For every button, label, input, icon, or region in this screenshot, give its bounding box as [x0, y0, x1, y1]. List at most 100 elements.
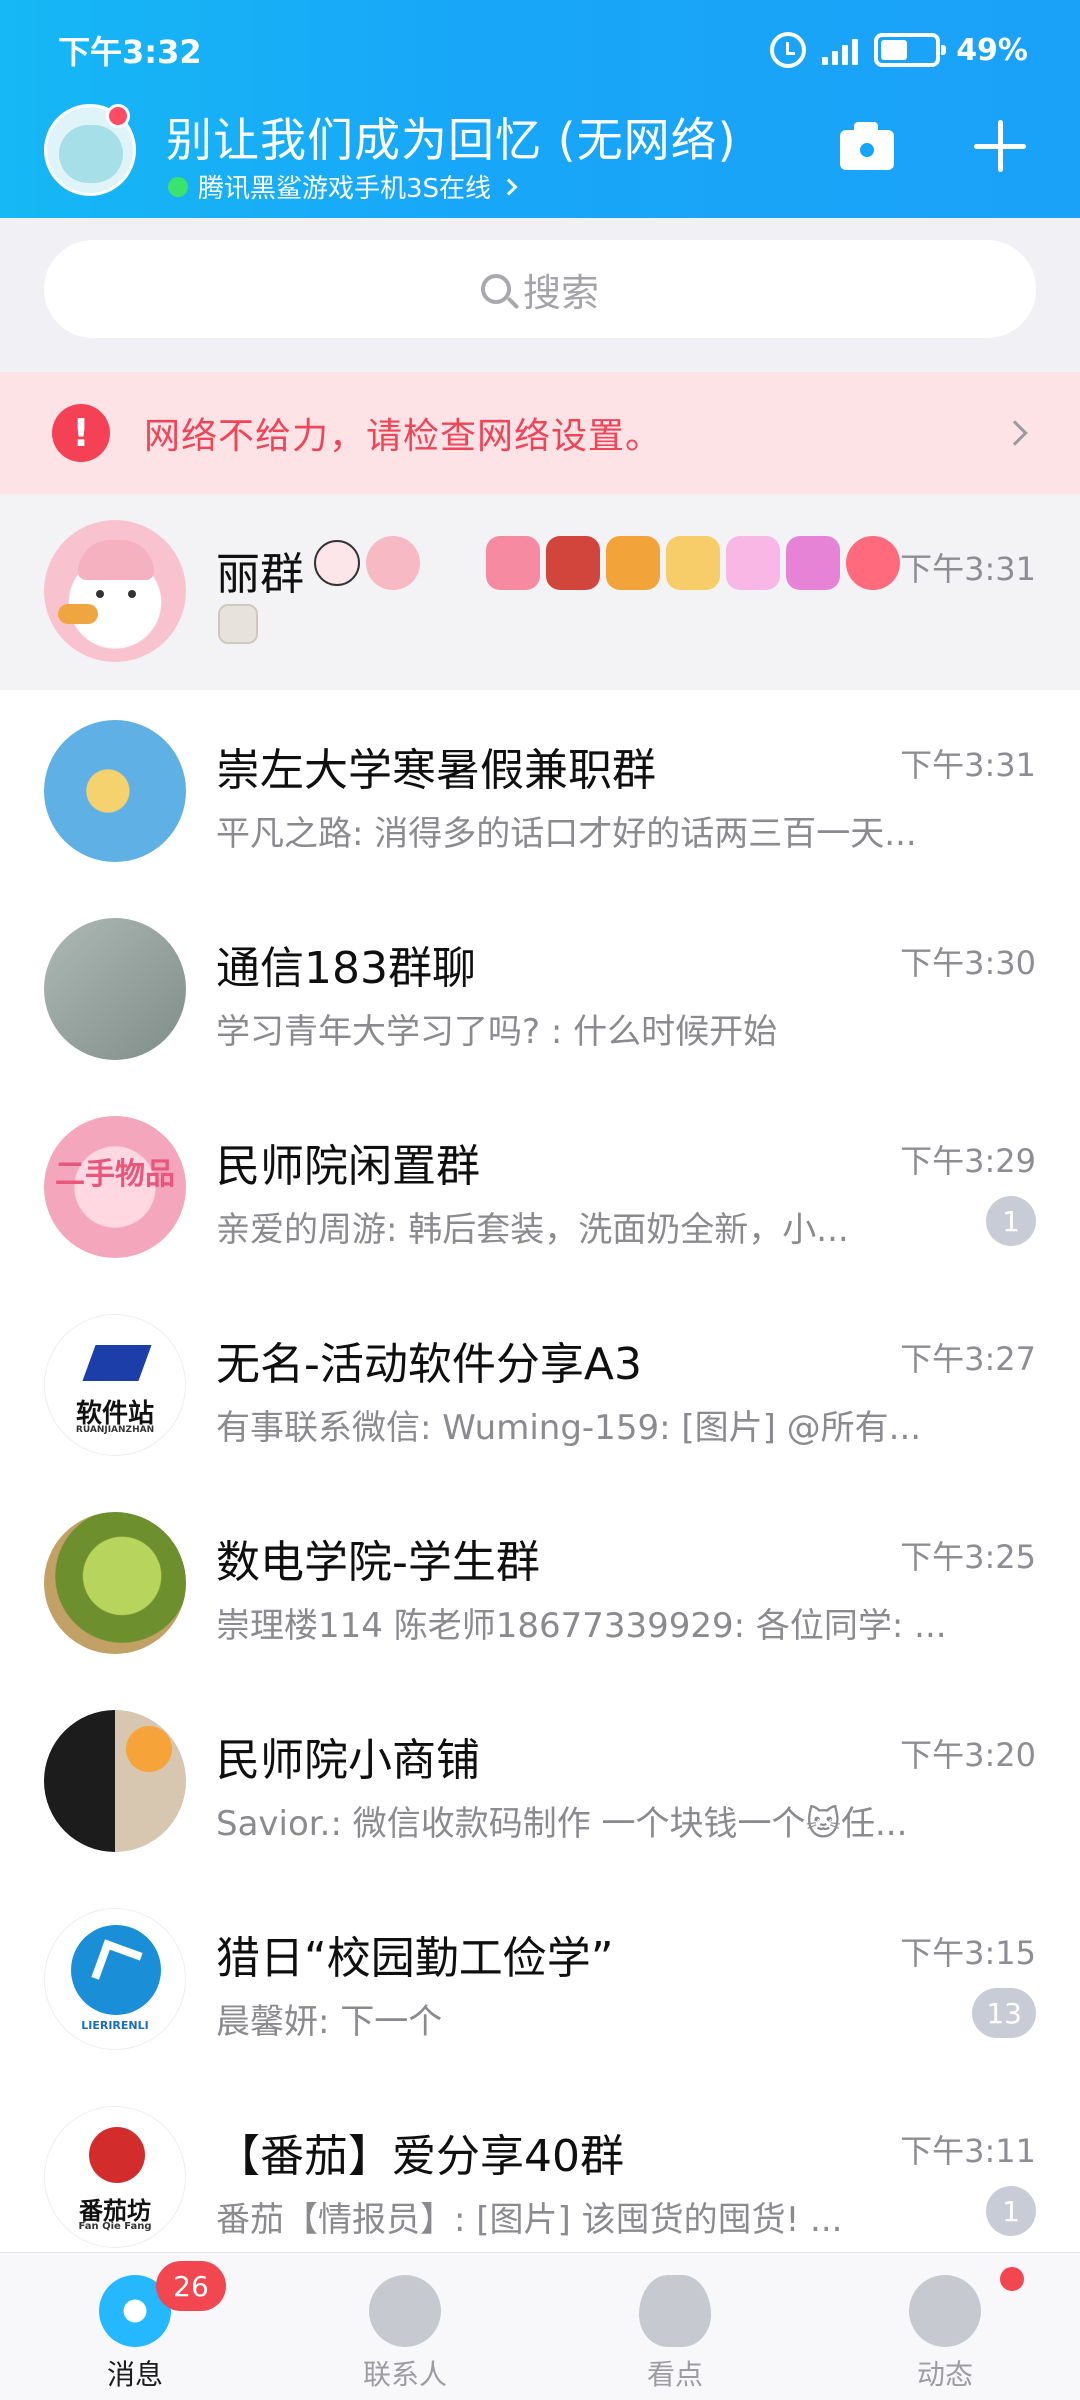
battery-icon: [874, 33, 947, 67]
chat-preview: Savior.: 微信收款码制作 一个块钱一个🐱任...: [216, 1804, 908, 1844]
chat-preview: 有事联系微信: Wuming-159: [图片] @所有...: [216, 1408, 922, 1448]
blank-icon: [426, 536, 480, 590]
chat-name: 民师院闲置群: [216, 1141, 480, 1192]
chevron-right-icon: [1002, 420, 1028, 446]
chat-item[interactable]: 民师院小商铺 下午3:20 Savior.: 微信收款码制作 一个块钱一个🐱任.…: [0, 1680, 1080, 1878]
chat-time: 下午3:31: [900, 550, 1036, 588]
unread-badge: 1: [986, 1196, 1036, 1246]
chat-avatar: [44, 720, 186, 862]
key-icon: [486, 536, 540, 590]
chat-time: 下午3:31: [900, 746, 1036, 784]
chat-time: 下午3:25: [900, 1538, 1036, 1576]
tab-dynamic[interactable]: 动态: [810, 2253, 1080, 2400]
tab-label: 联系人: [362, 2358, 447, 2391]
network-warning-text: 网络不给力，请检查网络设置。: [144, 416, 663, 457]
status-bar: 下午3:32 49%: [58, 28, 1028, 72]
ship-icon: [546, 536, 600, 590]
chat-avatar: [44, 1710, 186, 1852]
chat-time: 下午3:15: [900, 1934, 1036, 1972]
chat-item[interactable]: 番茄坊 Fan Qie Fang 【番茄】爱分享40群 下午3:11 番茄【情报…: [0, 2076, 1080, 2274]
chat-time: 下午3:20: [900, 1736, 1036, 1774]
chat-avatar: [44, 520, 186, 662]
chat-item[interactable]: 丽群 下午3:31: [0, 494, 1080, 690]
search-area: 搜索: [0, 218, 1080, 372]
chevron-right-icon: [500, 178, 518, 195]
chat-preview: 亲爱的周游: 韩后套装，洗面奶全新，小...: [216, 1210, 849, 1250]
chat-avatar: 二手物品: [44, 1116, 186, 1258]
chat-preview: 学习青年大学习了吗? : 什么时候开始: [216, 1012, 778, 1052]
search-icon: [480, 274, 511, 304]
notification-dot: [1000, 2267, 1024, 2291]
battery-percent: 49%: [956, 32, 1028, 68]
chat-preview: 平凡之路: 消得多的话口才好的话两三百一天...: [216, 814, 917, 854]
fire-icon: [846, 536, 900, 590]
network-warning-banner[interactable]: ! 网络不给力，请检查网络设置。: [0, 372, 1080, 494]
tab-messages[interactable]: 消息 26: [0, 2253, 270, 2400]
header: 下午3:32 49% 别让我们成为回忆 (无网络) 腾讯黑鲨游戏手机3S在线: [0, 0, 1080, 218]
chat-avatar: [44, 1512, 186, 1654]
bottom-nav: 消息 26 联系人 看点 动态: [0, 2252, 1080, 2400]
chat-avatar: 番茄坊 Fan Qie Fang: [44, 2106, 186, 2248]
avatar-subtext: Fan Qie Fang: [78, 2221, 152, 2232]
chat-item[interactable]: 二手物品 民师院闲置群 下午3:29 亲爱的周游: 韩后套装，洗面奶全新，小..…: [0, 1086, 1080, 1284]
device-status[interactable]: 腾讯黑鲨游戏手机3S在线: [168, 168, 518, 205]
chat-time: 下午3:29: [900, 1142, 1036, 1180]
planet-icon: [909, 2275, 981, 2347]
signal-icon: [822, 35, 859, 65]
chat-item[interactable]: LIERIRENLI 猎日“校园勤工俭学” 下午3:15 晨馨妍: 下一个 13: [0, 1878, 1080, 2076]
chat-avatar: 软件站 RUANJIANZHAN: [44, 1314, 186, 1456]
house-icon: [606, 536, 660, 590]
avatar-text: LIERIRENLI: [81, 2019, 149, 2032]
emoji-strip: [314, 536, 900, 590]
chat-item[interactable]: 软件站 RUANJIANZHAN 无名-活动软件分享A3 下午3:27 有事联系…: [0, 1284, 1080, 1482]
profile-notification-dot: [106, 104, 130, 128]
chat-list: 丽群 下午3:31 崇左大学寒暑假兼职群 下午3:31 平凡之路: 消得多的话口…: [0, 494, 1080, 2274]
avatar-text: 二手物品: [55, 1157, 175, 1192]
chat-name: 无名-活动软件分享A3: [216, 1339, 642, 1390]
status-icons: 49%: [770, 32, 1028, 68]
chat-item[interactable]: 通信183群聊 下午3:30 学习青年大学习了吗? : 什么时候开始: [0, 888, 1080, 1086]
pig-icon: [366, 536, 420, 590]
tab-label: 动态: [916, 2358, 973, 2391]
tab-label: 看点: [646, 2358, 703, 2391]
chat-time: 下午3:11: [900, 2132, 1036, 2170]
chat-name: 通信183群聊: [216, 943, 476, 994]
unread-badge: 13: [972, 1988, 1036, 2038]
warning-icon: !: [52, 404, 110, 462]
chat-name: 数电学院-学生群: [216, 1537, 540, 1588]
messages-badge: 26: [156, 2261, 226, 2311]
online-dot-icon: [168, 176, 188, 197]
thumbs-up-icon: [666, 536, 720, 590]
chat-name: 猎日“校园勤工俭学”: [216, 1933, 614, 1984]
unread-badge: 1: [986, 2186, 1036, 2236]
add-button[interactable]: [974, 120, 1026, 172]
avatar-subtext: RUANJIANZHAN: [75, 1425, 155, 1435]
chat-name: 民师院小商铺: [216, 1735, 480, 1786]
chat-time: 下午3:27: [900, 1340, 1036, 1378]
status-time: 下午3:32: [58, 33, 202, 71]
alpaca-icon: [218, 604, 258, 644]
sticker-icon: [314, 540, 360, 586]
device-status-label: 腾讯黑鲨游戏手机3S在线: [198, 174, 492, 204]
chat-item[interactable]: 数电学院-学生群 下午3:25 崇理楼114 陈老师18677339929: 各…: [0, 1482, 1080, 1680]
chat-item[interactable]: 崇左大学寒暑假兼职群 下午3:31 平凡之路: 消得多的话口才好的话两三百一天.…: [0, 690, 1080, 888]
tab-look[interactable]: 看点: [540, 2253, 810, 2400]
camera-button[interactable]: [840, 118, 894, 170]
search-placeholder: 搜索: [522, 270, 599, 315]
alarm-icon: [770, 32, 807, 68]
heart-icon: [726, 536, 780, 590]
chat-name: 【番茄】爱分享40群: [216, 2131, 624, 2182]
tab-contacts[interactable]: 联系人: [270, 2253, 540, 2400]
chat-time: 下午3:30: [900, 944, 1036, 982]
chat-avatar: [44, 918, 186, 1060]
chat-preview: 晨馨妍: 下一个: [216, 2002, 443, 2042]
tab-label: 消息: [106, 2358, 163, 2391]
chat-name: 丽群: [216, 549, 304, 600]
chat-preview: 番茄【情报员】: [图片] 该囤货的囤货! ...: [216, 2200, 843, 2240]
search-input[interactable]: 搜索: [44, 240, 1036, 338]
account-nickname[interactable]: 别让我们成为回忆 (无网络): [166, 104, 737, 170]
chat-preview: 崇理楼114 陈老师18677339929: 各位同学: ...: [216, 1606, 947, 1646]
cupid-icon: [786, 536, 840, 590]
contacts-icon: [369, 2275, 441, 2347]
chat-name: 崇左大学寒暑假兼职群: [216, 745, 656, 796]
